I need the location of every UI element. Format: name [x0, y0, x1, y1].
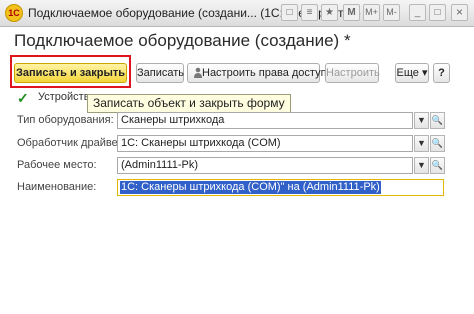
checkbox-checked-icon[interactable]: ✓: [17, 90, 29, 107]
equipment-type-field[interactable]: Сканеры штрихкода: [117, 112, 413, 129]
name-field[interactable]: 1С: Сканеры штрихкода (COM)" на (Admin11…: [117, 179, 444, 196]
memory-button[interactable]: M: [343, 4, 360, 21]
memory-minus-button[interactable]: M-: [383, 4, 400, 21]
driver-handler-field[interactable]: 1С: Сканеры штрихкода (COM): [117, 135, 413, 152]
workplace-field[interactable]: (Admin1111-Pk): [117, 157, 413, 174]
configure-access-label: Настроить права доступа: [202, 67, 333, 79]
open-window-icon[interactable]: □: [281, 4, 298, 21]
favorite-star-icon[interactable]: ★: [321, 4, 338, 21]
save-button[interactable]: Записать: [136, 63, 184, 83]
workplace-open-button[interactable]: 🔍: [430, 157, 445, 174]
save-and-close-button[interactable]: Записать и закрыть: [14, 63, 127, 83]
driver-handler-label: Обработчик драйвера:: [17, 137, 133, 149]
more-label: Еще: [396, 67, 419, 79]
app-logo-icon: 1С: [5, 4, 23, 22]
minimize-icon[interactable]: _: [409, 4, 426, 21]
driver-handler-dropdown[interactable]: ▼: [414, 135, 429, 152]
configure-button[interactable]: Настроить: [325, 63, 380, 83]
tooltip: Записать объект и закрыть форму: [87, 94, 291, 113]
form-title: Подключаемое оборудование (создание) *: [14, 31, 351, 50]
equipment-type-label: Тип оборудования:: [17, 114, 114, 126]
memory-plus-button[interactable]: M+: [363, 4, 380, 21]
workplace-dropdown[interactable]: ▼: [414, 157, 429, 174]
maximize-icon[interactable]: □: [429, 4, 446, 21]
name-field-selected-text: 1С: Сканеры штрихкода (COM)" на (Admin11…: [120, 181, 381, 194]
equipment-type-open-button[interactable]: 🔍: [430, 112, 445, 129]
configure-access-button[interactable]: Настроить права доступа: [187, 63, 333, 83]
workplace-label: Рабочее место:: [17, 159, 97, 171]
window-title-bar: 1С Подключаемое оборудование (создани...…: [0, 0, 474, 27]
close-icon[interactable]: ×: [451, 4, 468, 21]
equipment-type-dropdown[interactable]: ▼: [414, 112, 429, 129]
driver-handler-open-button[interactable]: 🔍: [430, 135, 445, 152]
name-label: Наименование:: [17, 181, 97, 193]
help-button[interactable]: ?: [433, 63, 450, 83]
person-key-icon: [194, 67, 202, 78]
menu-icon[interactable]: ≡: [301, 4, 318, 21]
chevron-down-icon: ▾: [421, 67, 428, 79]
more-button[interactable]: Еще ▾: [395, 63, 429, 83]
